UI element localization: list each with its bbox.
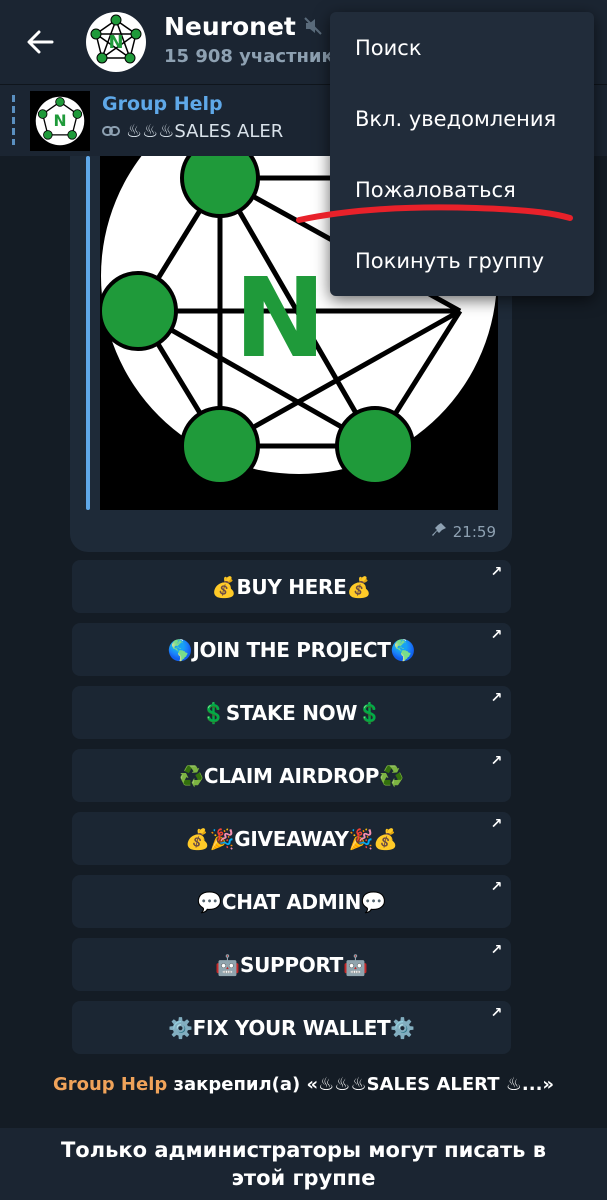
svg-text:N: N bbox=[108, 32, 123, 53]
inline-button-buy-here[interactable]: 💰BUY HERE💰 ↗ bbox=[72, 560, 511, 613]
button-label: 💰🎉GIVEAWAY🎉💰 bbox=[185, 826, 398, 851]
inline-button-join-project[interactable]: 🌎JOIN THE PROJECT🌎 ↗ bbox=[72, 623, 511, 676]
menu-item-report[interactable]: Пожаловаться bbox=[355, 178, 516, 202]
pinned-thumbnail: N bbox=[30, 91, 90, 151]
quote-bar bbox=[86, 156, 90, 510]
inline-button-support[interactable]: 🤖SUPPORT🤖 ↗ bbox=[72, 938, 511, 991]
inline-button-chat-admin[interactable]: 💬CHAT ADMIN💬 ↗ bbox=[72, 875, 511, 928]
button-label: ♻️CLAIM AIRDROP♻️ bbox=[179, 763, 404, 788]
pinned-text-row: ♨♨♨SALES ALER bbox=[102, 121, 342, 142]
red-underline-annotation bbox=[296, 204, 573, 223]
external-link-icon: ↗ bbox=[490, 816, 503, 832]
svg-text:N: N bbox=[234, 254, 326, 382]
menu-item-search[interactable]: Поиск bbox=[355, 36, 422, 60]
inline-button-giveaway[interactable]: 💰🎉GIVEAWAY🎉💰 ↗ bbox=[72, 812, 511, 865]
back-arrow-icon[interactable] bbox=[20, 22, 60, 62]
button-label: 💬CHAT ADMIN💬 bbox=[197, 889, 386, 914]
button-label: 💰BUY HERE💰 bbox=[211, 574, 372, 599]
group-avatar[interactable]: N bbox=[86, 12, 146, 72]
read-only-footer: Только администраторы могут писать в это… bbox=[0, 1128, 607, 1200]
button-label: ⚙️FIX YOUR WALLET⚙️ bbox=[168, 1015, 415, 1040]
menu-item-enable-notifications[interactable]: Вкл. уведомления bbox=[355, 107, 556, 131]
pin-icon bbox=[431, 522, 447, 542]
pinned-indicator bbox=[12, 95, 15, 145]
pinned-text: ♨♨♨SALES ALER bbox=[126, 121, 284, 142]
button-label: 🤖SUPPORT🤖 bbox=[215, 952, 368, 977]
inline-button-stake-now[interactable]: 💲STAKE NOW💲 ↗ bbox=[72, 686, 511, 739]
external-link-icon: ↗ bbox=[490, 879, 503, 895]
pin-notice-text: закрепил(а) «♨♨♨SALES ALERT ♨...» bbox=[167, 1074, 555, 1095]
external-link-icon: ↗ bbox=[490, 690, 503, 706]
inline-button-claim-airdrop[interactable]: ♻️CLAIM AIRDROP♻️ ↗ bbox=[72, 749, 511, 802]
footer-text: Только администраторы могут писать в это… bbox=[60, 1138, 547, 1190]
button-label: 🌎JOIN THE PROJECT🌎 bbox=[167, 637, 416, 662]
group-title: Neuronet bbox=[164, 12, 346, 42]
pin-service-message[interactable]: Group Help закрепил(а) «♨♨♨SALES ALERT ♨… bbox=[0, 1074, 607, 1095]
external-link-icon: ↗ bbox=[490, 942, 503, 958]
group-title-text: Neuronet bbox=[164, 12, 296, 41]
pinned-title: Group Help bbox=[102, 93, 223, 115]
overflow-menu: Поиск Вкл. уведомления Пожаловаться Поки… bbox=[330, 12, 594, 296]
member-count: 15 908 участнико bbox=[164, 46, 347, 67]
external-link-icon: ↗ bbox=[490, 564, 503, 580]
svg-text:N: N bbox=[53, 112, 66, 130]
mute-speaker-icon bbox=[304, 12, 322, 42]
menu-item-leave-group[interactable]: Покинуть группу bbox=[355, 249, 544, 273]
chat-area: N 21:59 💰BUY HERE💰 ↗ 🌎JOIN THE PROJECT🌎 ↗ … bbox=[0, 156, 607, 1128]
external-link-icon: ↗ bbox=[490, 627, 503, 643]
external-link-icon: ↗ bbox=[490, 753, 503, 769]
button-label: 💲STAKE NOW💲 bbox=[201, 700, 382, 725]
inline-button-fix-wallet[interactable]: ⚙️FIX YOUR WALLET⚙️ ↗ bbox=[72, 1001, 511, 1054]
message-time-row: 21:59 bbox=[431, 522, 496, 542]
link-icon bbox=[102, 121, 120, 142]
external-link-icon: ↗ bbox=[490, 1005, 503, 1021]
pin-notice-author: Group Help bbox=[52, 1074, 168, 1095]
message-time: 21:59 bbox=[452, 523, 496, 541]
